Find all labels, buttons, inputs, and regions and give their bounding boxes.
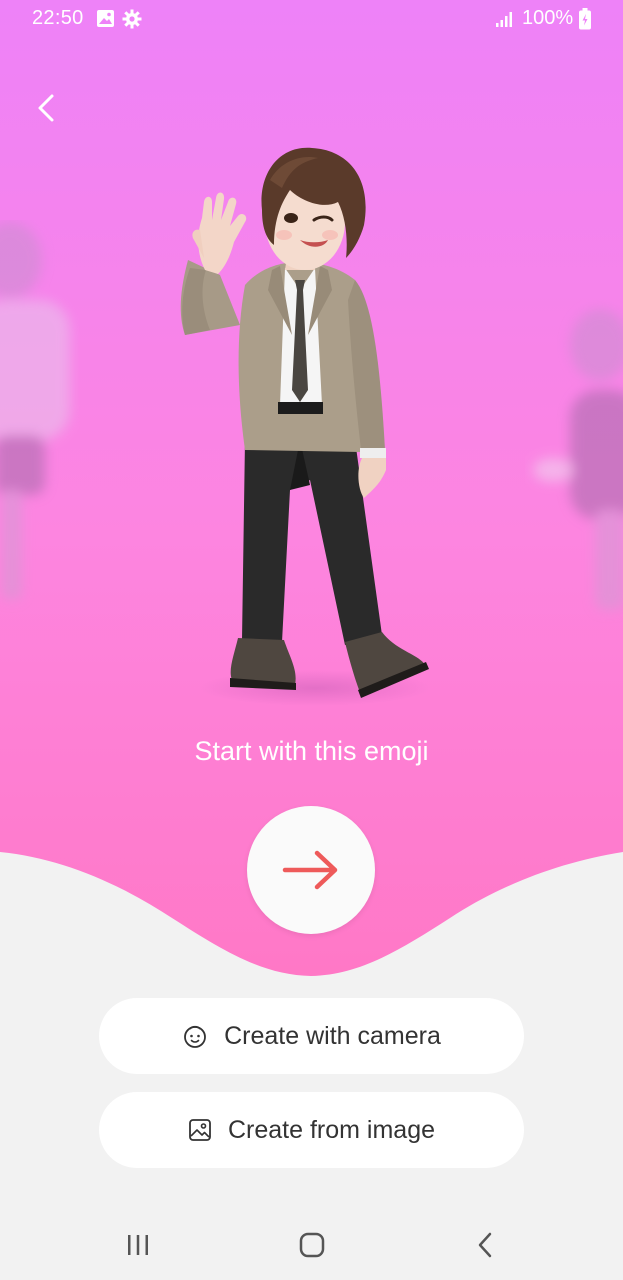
gallery-icon [96, 9, 115, 34]
create-from-image-button[interactable]: Create from image [99, 1092, 524, 1168]
next-button[interactable] [247, 806, 375, 934]
status-time: 22:50 [32, 7, 84, 29]
start-with-emoji-text: Start with this emoji [194, 736, 429, 766]
create-from-image-label: Create from image [227, 1115, 436, 1144]
emoji-avatar [180, 147, 430, 706]
ghost-avatar-right [533, 309, 623, 610]
signal-icon [495, 10, 515, 34]
screen: 22:50 100% Start with this emoji Create … [0, 0, 623, 1280]
battery-percent: 100% [522, 7, 574, 29]
recents-button[interactable] [118, 1228, 158, 1262]
settings-icon [122, 9, 142, 35]
battery-charging-icon [578, 8, 592, 36]
face-icon [182, 1023, 208, 1049]
chevron-left-icon [38, 94, 54, 122]
create-with-camera-label: Create with camera [224, 1021, 441, 1050]
back-button[interactable] [26, 88, 66, 128]
nav-back-button[interactable] [466, 1228, 506, 1262]
arrow-right-icon [282, 850, 338, 890]
status-bar: 22:50 100% [0, 0, 623, 38]
back-icon [478, 1232, 492, 1258]
image-icon [188, 1118, 212, 1142]
navigation-bar [0, 1210, 623, 1280]
recents-icon [128, 1235, 148, 1255]
create-with-camera-button[interactable]: Create with camera [99, 998, 524, 1074]
ghost-avatar-left [0, 222, 70, 600]
home-button[interactable] [292, 1228, 332, 1262]
home-icon [299, 1232, 325, 1258]
